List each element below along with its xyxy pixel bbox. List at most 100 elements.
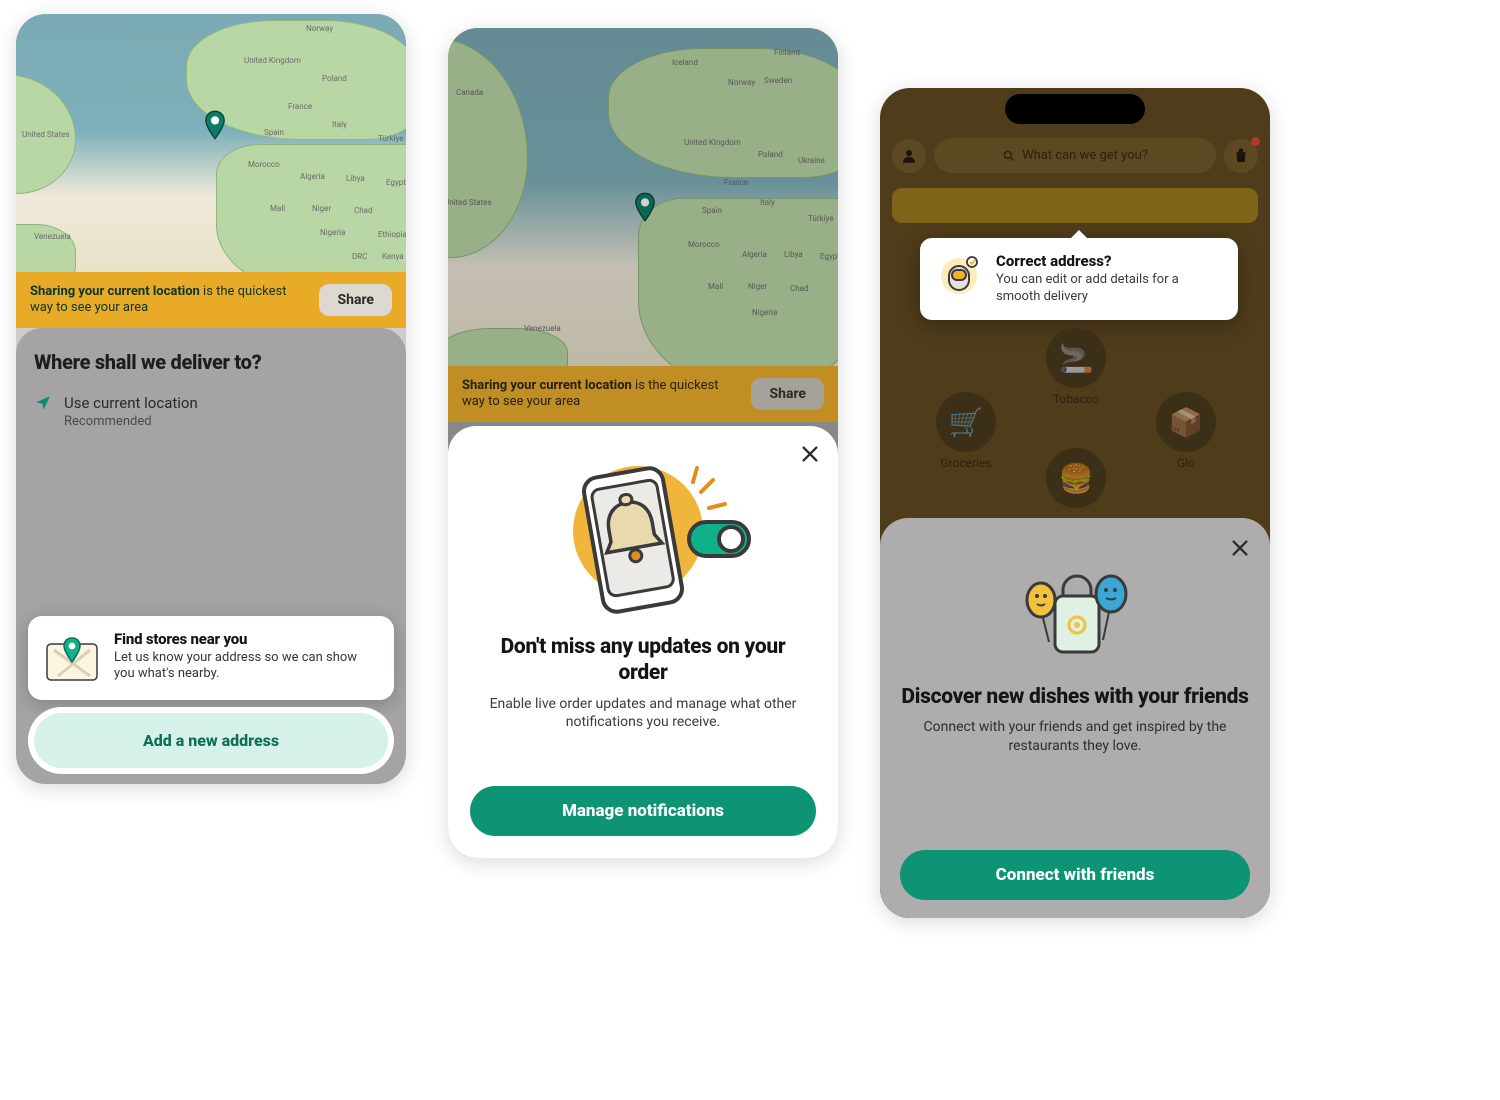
orders-button[interactable] xyxy=(1224,139,1258,173)
screen-friends-prompt: What can we get you? Correct address? Yo… xyxy=(880,88,1270,918)
find-stores-card: Find stores near you Let us know your ad… xyxy=(28,616,394,700)
map-label: Kenya xyxy=(382,252,404,261)
address-bar[interactable] xyxy=(892,188,1258,223)
categories-grid: 🚬 Tobacco 🛒 Groceries 📦 Glo 🍔 xyxy=(880,328,1270,528)
current-location-sub: Recommended xyxy=(64,414,198,429)
close-icon xyxy=(799,443,821,465)
location-share-banner: Sharing your current location is the qui… xyxy=(16,272,406,328)
share-button[interactable]: Share xyxy=(319,284,392,316)
map-label: Egypt xyxy=(820,252,838,261)
map-label: Niger xyxy=(748,282,767,291)
map-label: Chad xyxy=(790,284,808,293)
map-label: Italy xyxy=(332,120,347,129)
search-placeholder: What can we get you? xyxy=(1022,148,1148,163)
map-label: France xyxy=(288,102,312,111)
search-input[interactable]: What can we get you? xyxy=(934,138,1216,173)
modal-title: Discover new dishes with your friends xyxy=(900,684,1250,710)
map-label: Ukraine xyxy=(798,156,825,165)
groceries-icon: 🛒 xyxy=(936,392,996,452)
map-label: Spain xyxy=(264,128,284,137)
close-icon xyxy=(1229,537,1251,559)
map-pin-icon xyxy=(634,192,656,222)
map-label: Venezuela xyxy=(524,324,561,333)
card-body: Let us know your address so we can show … xyxy=(114,650,378,683)
use-current-location-row[interactable]: Use current location Recommended xyxy=(34,394,388,429)
map-label: Chad xyxy=(354,206,372,215)
glo-icon: 📦 xyxy=(1156,392,1216,452)
map-label: Finland xyxy=(774,48,800,57)
delivery-panel: Where shall we deliver to? Use current l… xyxy=(16,328,406,784)
modal-title: Don't miss any updates on your order xyxy=(470,634,816,687)
location-share-banner: Sharing your current location is the qui… xyxy=(448,366,838,422)
modal-subtitle: Enable live order updates and manage wha… xyxy=(470,695,816,733)
category-food[interactable]: 🍔 xyxy=(1026,448,1126,512)
address-tooltip: Correct address? You can edit or add det… xyxy=(920,238,1238,320)
map-label: Libya xyxy=(346,174,365,183)
map-label: Mali xyxy=(270,204,285,213)
card-title: Find stores near you xyxy=(114,630,378,648)
map-label: Sweden xyxy=(764,76,792,85)
map-label: Algeria xyxy=(742,250,767,259)
category-tobacco[interactable]: 🚬 Tobacco xyxy=(1026,328,1126,406)
notifications-modal: Don't miss any updates on your order Ena… xyxy=(448,426,838,858)
manage-notifications-button[interactable]: Manage notifications xyxy=(470,786,816,836)
balloons-bag-illustration xyxy=(1015,570,1135,670)
category-glo[interactable]: 📦 Glo xyxy=(1136,392,1236,470)
map-label: Egypt xyxy=(386,178,406,187)
map-label: Algeria xyxy=(300,172,325,181)
screen-delivery-address: Norway United Kingdom Poland France Spai… xyxy=(16,14,406,784)
map-label: Türkiye xyxy=(808,214,834,223)
device-notch xyxy=(1005,94,1145,124)
top-bar: What can we get you? xyxy=(892,138,1258,173)
map-label: Norway xyxy=(728,78,755,87)
map-label: Poland xyxy=(322,74,347,83)
friends-modal: Discover new dishes with your friends Co… xyxy=(880,518,1270,918)
map-label: United States xyxy=(448,198,492,207)
modal-subtitle: Connect with your friends and get inspir… xyxy=(900,718,1250,756)
add-address-button[interactable]: Add a new address xyxy=(34,713,388,768)
map-label: United Kingdom xyxy=(684,138,741,147)
map-label: Norway xyxy=(306,24,333,33)
banner-text: Sharing your current location is the qui… xyxy=(462,378,741,411)
close-button[interactable] xyxy=(1226,534,1254,562)
banner-text: Sharing your current location is the qui… xyxy=(30,284,309,317)
burger-icon: 🍔 xyxy=(1046,448,1106,508)
map-label: Italy xyxy=(760,198,775,207)
map-pin-icon xyxy=(204,110,226,140)
astronaut-lightbulb-illustration xyxy=(936,252,982,298)
map-label: United States xyxy=(22,130,70,139)
map-label: DRC xyxy=(352,252,367,261)
map-label: Niger xyxy=(312,204,331,213)
map-label: Mali xyxy=(708,282,723,291)
map-label: Libya xyxy=(784,250,803,259)
map-view-dimmed: Iceland Finland Norway Sweden United Kin… xyxy=(448,28,838,368)
share-button[interactable]: Share xyxy=(751,378,824,410)
screen-notifications-prompt: Iceland Finland Norway Sweden United Kin… xyxy=(448,28,838,858)
tobacco-icon: 🚬 xyxy=(1046,328,1106,388)
close-button[interactable] xyxy=(796,440,824,468)
tooltip-body: You can edit or add details for a smooth… xyxy=(996,272,1222,306)
map-label: Türkiye xyxy=(378,134,404,143)
map-pin-illustration xyxy=(44,630,100,686)
map-label: France xyxy=(724,178,748,187)
location-arrow-icon xyxy=(34,394,52,412)
bag-icon xyxy=(1232,147,1250,165)
notification-dot-icon xyxy=(1251,137,1260,146)
map-label: Ethiopia xyxy=(378,230,406,239)
search-icon xyxy=(1002,149,1016,163)
profile-button[interactable] xyxy=(892,139,926,173)
notification-bell-illustration xyxy=(533,458,753,618)
user-icon xyxy=(900,147,918,165)
map-label: Nigeria xyxy=(320,228,345,237)
map-label: Morocco xyxy=(248,160,280,169)
current-location-title: Use current location xyxy=(64,394,198,412)
tooltip-title: Correct address? xyxy=(996,252,1222,270)
panel-heading: Where shall we deliver to? xyxy=(34,350,388,374)
map-label: Canada xyxy=(456,88,483,97)
map-label: Iceland xyxy=(672,58,698,67)
connect-friends-button[interactable]: Connect with friends xyxy=(900,850,1250,900)
map-label: Poland xyxy=(758,150,783,159)
category-groceries[interactable]: 🛒 Groceries xyxy=(916,392,1016,470)
map-label: Spain xyxy=(702,206,722,215)
map-view[interactable]: Norway United Kingdom Poland France Spai… xyxy=(16,14,406,274)
